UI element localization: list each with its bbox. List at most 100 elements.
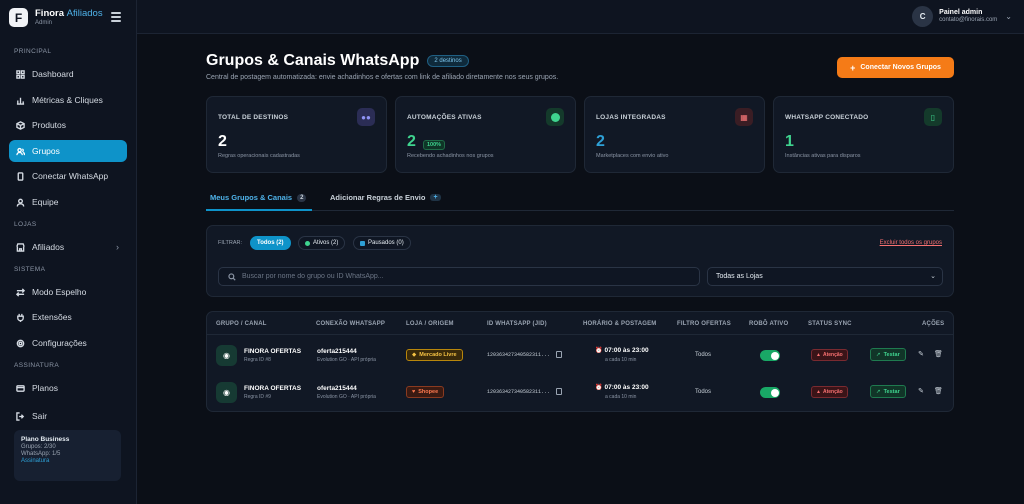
page-title: Grupos & Canais WhatsApp 2 destinos [206, 52, 469, 70]
search-icon [228, 272, 236, 281]
rocket-icon: ➚ [876, 388, 881, 395]
jid-value: 120363427340582311... [487, 389, 551, 395]
sync-status-badge: ▲ Atenção [811, 349, 848, 361]
grid-icon [16, 69, 25, 79]
sidebar-item-produtos[interactable]: Produtos [9, 114, 127, 136]
store-badge: ♥ Shopee [406, 386, 445, 398]
logout-icon [16, 411, 25, 421]
sidebar-item-dashboard[interactable]: Dashboard [9, 63, 127, 85]
plug-icon [17, 313, 24, 322]
user-icon [16, 198, 25, 207]
phone-icon: ▯ [924, 108, 942, 126]
sidebar-item-grupos[interactable]: Grupos [9, 140, 127, 162]
search-box[interactable] [218, 267, 700, 286]
sidebar-item-afiliados[interactable]: Afiliados › [9, 236, 127, 258]
edit-icon[interactable]: ✎ [917, 387, 925, 396]
column-header: STATUS SYNC [808, 321, 852, 327]
phone-icon [17, 171, 24, 181]
delete-all-groups-link[interactable]: Excluir todos os grupos [880, 240, 942, 246]
column-header: AÇÕES [922, 321, 945, 327]
chat-icon: ◉ [216, 345, 237, 366]
table-row: ◉ FINORA OFERTAS Regra ID #8 oferta21544… [207, 339, 953, 373]
plan-title: Plano Business [21, 436, 70, 443]
brand-logo: F [9, 8, 28, 27]
store-icon: ◆ [412, 352, 417, 358]
sync-status-badge: ▲ Atenção [811, 386, 848, 398]
column-header: LOJA / ORIGEM [406, 321, 454, 327]
sidebar-item-extensoes[interactable]: Extensões [9, 306, 127, 328]
search-input[interactable] [242, 273, 682, 280]
stat-card-automacoes: AUTOMAÇÕES ATIVAS 2 100% Recebendo achad… [395, 96, 576, 173]
stat-card-lojas: LOJAS INTEGRADAS ▦ 2 Marketplaces com en… [584, 96, 765, 173]
clock-icon: ⏰ [595, 385, 603, 391]
stat-card-whatsapp: WHATSAPP CONECTADO ▯ 1 Instâncias ativas… [773, 96, 954, 173]
sidebar-item-configuracoes[interactable]: Configurações [9, 332, 127, 354]
section-sistema: SISTEMA [14, 266, 46, 273]
column-header: CONEXÃO WHATSAPP [316, 321, 386, 327]
warning-icon: ▲ [816, 389, 821, 395]
filter-chip-ativos[interactable]: Ativos (2) [298, 236, 346, 250]
stat-value: 1 [785, 133, 794, 150]
plan-link[interactable]: Assinatura [21, 458, 114, 465]
robot-toggle[interactable] [760, 350, 780, 361]
filter-panel: FILTRAR: Todos (2) Ativos (2) Pausados (… [206, 225, 954, 297]
filter-chip-todos[interactable]: Todos (2) [250, 236, 291, 250]
tab-count: 2 [297, 193, 307, 202]
sidebar: F Finora Afiliados Admin PRINCIPAL Dashb… [0, 0, 137, 504]
column-header: ID WHATSAPP (JID) [487, 321, 547, 327]
jid-value: 120363427340582311... [487, 352, 551, 358]
green-dot-icon [305, 240, 310, 246]
chevron-right-icon: › [116, 242, 119, 252]
trash-icon[interactable]: 🗑 [934, 387, 943, 396]
app-root: { "brand": {"logo_letter": "F", "name": … [0, 0, 1024, 504]
brand[interactable]: F Finora Afiliados Admin [9, 8, 103, 27]
test-button[interactable]: ➚ Testar [870, 348, 906, 361]
store-icon: ♥ [412, 389, 416, 395]
avatar: C [912, 6, 934, 27]
column-header: GRUPO / CANAL [216, 321, 267, 327]
plus-icon: + [430, 194, 441, 201]
sidebar-item-modo-espelho[interactable]: Modo Espelho [9, 281, 127, 303]
sidebar-item-metricas[interactable]: Métricas & Cliques [9, 89, 127, 111]
test-button[interactable]: ➚ Testar [870, 385, 906, 398]
section-assinatura: ASSINATURA [14, 362, 60, 369]
sidebar-item-sair[interactable]: Sair [9, 405, 127, 427]
status-dot-icon [546, 108, 564, 126]
swap-icon [16, 287, 25, 297]
trash-icon[interactable]: 🗑 [934, 350, 943, 359]
users-icon [16, 147, 25, 155]
column-header: HORÁRIO & POSTAGEM [583, 321, 657, 327]
user-email: contato@finorais.com [939, 17, 998, 24]
edit-icon[interactable]: ✎ [917, 350, 925, 359]
tab-meus-grupos[interactable]: Meus Grupos & Canais 2 [210, 193, 307, 202]
copy-icon[interactable] [556, 351, 562, 358]
plan-card: Plano Business Grupos: 2/30 WhatsApp: 1/… [14, 430, 121, 481]
filter-chip-pausados[interactable]: Pausados (0) [353, 236, 411, 250]
sidebar-item-planos[interactable]: Planos [9, 377, 127, 399]
store-select[interactable]: Todas as Lojas ⌄ [707, 267, 943, 286]
tab-adicionar-regras[interactable]: Adicionar Regras de Envio + [330, 193, 441, 202]
connect-groups-button[interactable]: + Conectar Novos Grupos [837, 57, 954, 78]
stat-value: 2 [407, 133, 416, 150]
schedule-time: ⏰ 07:00 às 23:00 [595, 347, 649, 354]
sidebar-item-equipe[interactable]: Equipe [9, 191, 127, 213]
user-menu[interactable]: C Painel admin contato@finorais.com ⌄ [912, 6, 1012, 27]
tabs: Meus Grupos & Canais 2 Adicionar Regras d… [206, 188, 954, 211]
topbar: C Painel admin contato@finorais.com ⌄ [137, 0, 1024, 34]
gear-icon [16, 339, 25, 347]
rocket-icon: ➚ [876, 351, 881, 358]
sidebar-item-conectar-whatsapp[interactable]: Conectar WhatsApp [9, 165, 127, 187]
menu-toggle-icon[interactable] [111, 12, 121, 24]
store-icon: ▦ [735, 108, 753, 126]
chevron-down-icon: ⌄ [930, 273, 936, 280]
stat-value: 2 [596, 133, 605, 150]
chevron-down-icon: ⌄ [1005, 12, 1012, 21]
groups-table: GRUPO / CANAL CONEXÃO WHATSAPP LOJA / OR… [206, 311, 954, 412]
bar-chart-icon [16, 97, 25, 105]
robot-toggle[interactable] [760, 387, 780, 398]
user-name: Painel admin [939, 9, 983, 17]
table-row: ◉ FINORA OFERTAS Regra ID #9 oferta21544… [207, 376, 953, 410]
brand-name: Finora Afiliados [35, 7, 103, 19]
copy-icon[interactable] [556, 388, 562, 395]
filter-label: FILTRAR: [218, 240, 243, 246]
